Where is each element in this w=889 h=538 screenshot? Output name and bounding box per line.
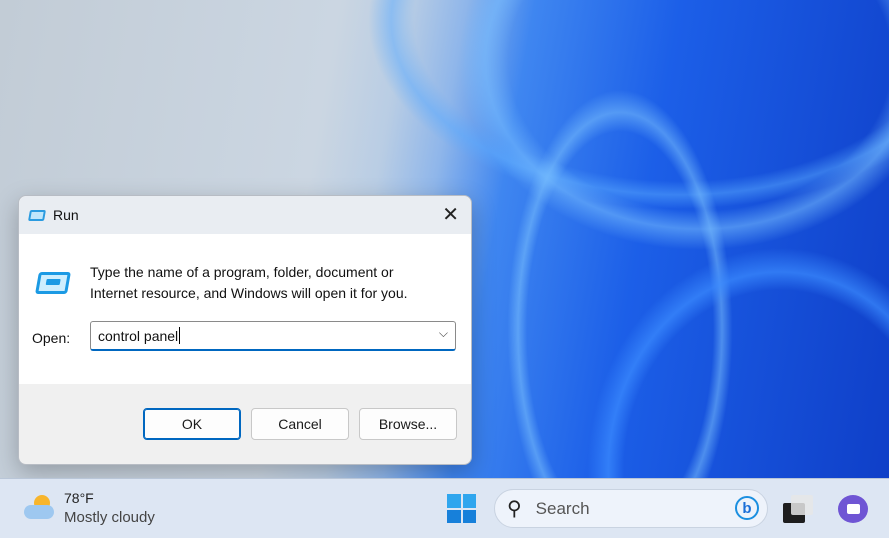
chevron-down-icon[interactable]: ⌵ — [439, 326, 448, 341]
close-button[interactable]: ✕ — [442, 204, 459, 226]
run-icon — [28, 209, 46, 221]
cancel-button[interactable]: Cancel — [251, 408, 349, 440]
weather-widget[interactable]: 78°F Mostly cloudy — [24, 488, 155, 528]
search-icon: ⚲ — [507, 498, 522, 520]
windows-logo-icon — [447, 494, 461, 508]
task-view-icon[interactable] — [783, 495, 813, 523]
run-dialog: Run ✕ Type the name of a program, folder… — [18, 195, 472, 465]
browse-button[interactable]: Browse... — [359, 408, 457, 440]
search-box[interactable]: ⚲ Search b — [494, 489, 768, 528]
cloudy-sun-icon — [24, 495, 56, 521]
weather-temp: 78°F — [64, 490, 94, 506]
weather-desc: Mostly cloudy — [64, 509, 155, 526]
open-label: Open: — [32, 330, 71, 346]
title-bar: Run ✕ — [19, 196, 471, 234]
dialog-body: Type the name of a program, folder, docu… — [19, 234, 471, 384]
run-large-icon — [35, 272, 71, 294]
start-button[interactable] — [447, 494, 476, 523]
ok-button[interactable]: OK — [143, 408, 241, 440]
bing-icon[interactable]: b — [735, 496, 759, 520]
open-combobox[interactable]: control panel ⌵ — [90, 321, 456, 351]
open-input[interactable]: control panel — [98, 328, 178, 344]
search-placeholder: Search — [535, 498, 590, 518]
description-line-1: Type the name of a program, folder, docu… — [90, 264, 394, 280]
taskbar: 78°F Mostly cloudy ⚲ Search b — [0, 478, 889, 538]
teams-chat-icon[interactable] — [838, 495, 868, 523]
dialog-title: Run — [53, 207, 79, 223]
description-line-2: Internet resource, and Windows will open… — [90, 285, 408, 301]
